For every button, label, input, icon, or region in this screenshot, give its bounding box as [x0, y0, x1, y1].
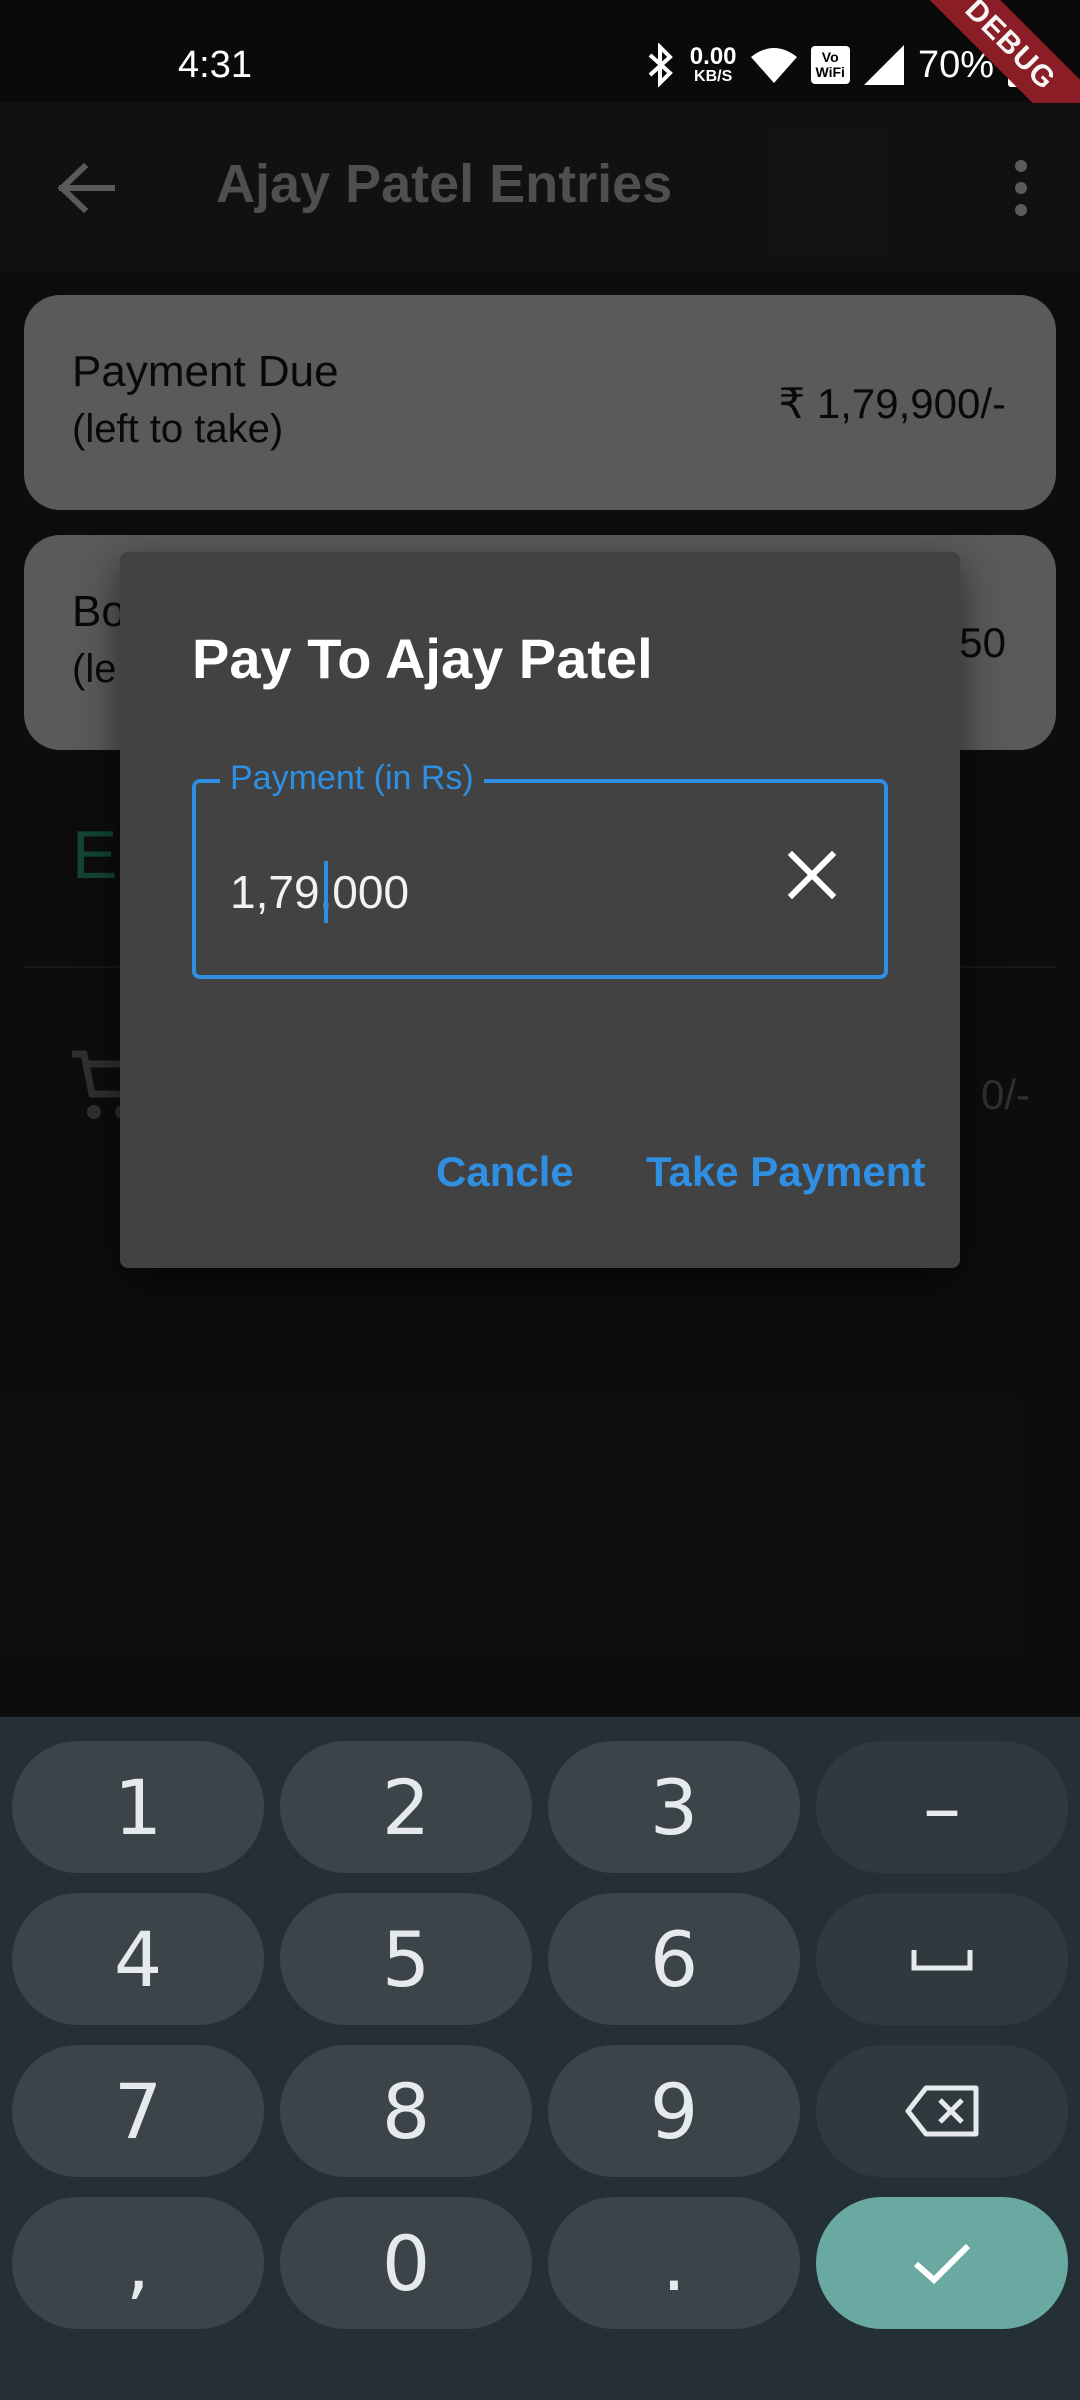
key-9[interactable]: 9 — [548, 2045, 800, 2177]
dialog-title: Pay To Ajay Patel — [192, 627, 653, 690]
check-icon — [914, 2243, 971, 2285]
key-1[interactable]: 1 — [12, 1741, 264, 1873]
key-0[interactable]: 0 — [280, 2197, 532, 2329]
vowifi-bottom: WiFi — [815, 64, 845, 80]
cancel-button[interactable]: Cancle — [436, 1148, 574, 1196]
key-space[interactable] — [816, 1893, 1068, 2025]
status-icons: 0.00 KB/S Vo WiFi 70% — [646, 40, 1034, 90]
status-time: 4:31 — [178, 44, 252, 86]
key-5[interactable]: 5 — [280, 1893, 532, 2025]
take-payment-button[interactable]: Take Payment — [646, 1148, 925, 1196]
wifi-icon — [750, 48, 797, 83]
network-speed-unit: KB/S — [694, 68, 733, 85]
space-icon — [911, 1950, 973, 1971]
key-period[interactable]: . — [548, 2197, 800, 2329]
backspace-icon — [905, 2085, 979, 2137]
vowifi-icon: Vo WiFi — [810, 46, 850, 84]
key-4[interactable]: 4 — [12, 1893, 264, 2025]
payment-input-field[interactable]: Payment (in Rs) 1,79,000 — [192, 759, 888, 979]
vowifi-top: Vo — [821, 49, 839, 65]
network-speed-value: 0.00 — [689, 43, 737, 70]
bluetooth-icon — [648, 43, 673, 87]
payment-input[interactable]: 1,79,000 — [230, 865, 409, 919]
numeric-keyboard: 1 2 3 – 4 5 6 7 8 9 , 0 . — [0, 1717, 1080, 2400]
key-3[interactable]: 3 — [548, 1741, 800, 1873]
network-speed: 0.00 KB/S — [690, 45, 737, 85]
key-comma[interactable]: , — [12, 2197, 264, 2329]
key-minus[interactable]: – — [816, 1741, 1068, 1873]
payment-dialog: Pay To Ajay Patel Payment (in Rs) 1,79,0… — [120, 552, 960, 1268]
text-cursor — [324, 861, 328, 923]
status-bar: 4:31 0.00 KB/S Vo WiFi 70% DEBUG — [0, 0, 1080, 155]
key-backspace[interactable] — [816, 2045, 1068, 2177]
close-icon[interactable] — [784, 847, 840, 903]
signal-icon — [863, 45, 904, 85]
key-2[interactable]: 2 — [280, 1741, 532, 1873]
key-7[interactable]: 7 — [12, 2045, 264, 2177]
key-6[interactable]: 6 — [548, 1893, 800, 2025]
key-done[interactable] — [816, 2197, 1068, 2329]
payment-field-label: Payment (in Rs) — [220, 759, 484, 798]
key-8[interactable]: 8 — [280, 2045, 532, 2177]
